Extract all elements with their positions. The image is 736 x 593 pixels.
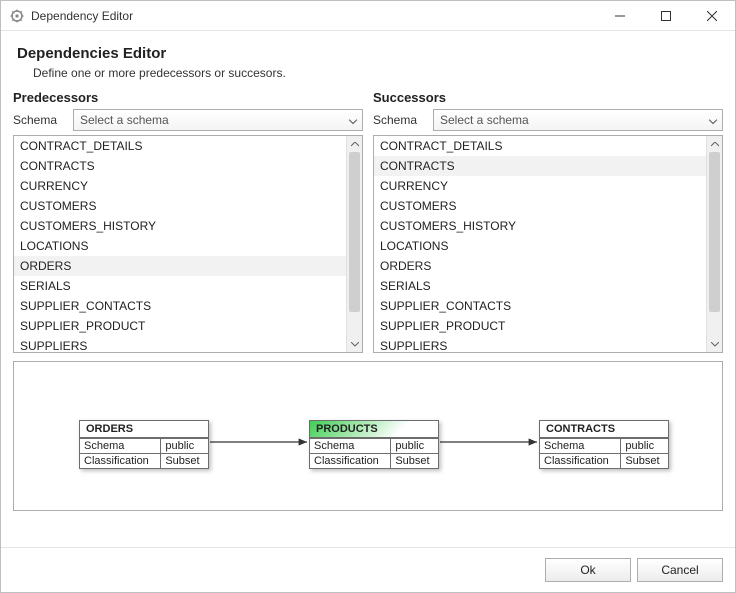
chevron-down-icon <box>349 113 357 128</box>
scroll-thumb[interactable] <box>349 152 360 312</box>
predecessors-schema-value: Select a schema <box>80 113 169 127</box>
list-item[interactable]: CUSTOMERS_HISTORY <box>374 216 706 236</box>
list-item[interactable]: SUPPLIER_PRODUCT <box>374 316 706 336</box>
predecessors-listbox[interactable]: CONTRACT_DETAILSCONTRACTSCURRENCYCUSTOME… <box>13 135 363 353</box>
list-item[interactable]: SERIALS <box>374 276 706 296</box>
list-item[interactable]: CUSTOMERS <box>14 196 346 216</box>
predecessors-schema-label: Schema <box>13 113 67 127</box>
list-item[interactable]: SUPPLIERS <box>14 336 346 352</box>
scroll-up-icon[interactable] <box>347 136 362 152</box>
dependency-editor-window: Dependency Editor Dependencies Editor De… <box>0 0 736 593</box>
list-item[interactable]: LOCATIONS <box>14 236 346 256</box>
page-subtitle: Define one or more predecessors or succe… <box>33 66 723 80</box>
list-item[interactable]: CURRENCY <box>14 176 346 196</box>
diagram-panel: ORDERSSchemapublicClassificationSubsetPR… <box>13 361 723 511</box>
predecessors-column: Predecessors Schema Select a schema CONT… <box>13 90 363 353</box>
list-item[interactable]: ORDERS <box>14 256 346 276</box>
node-row-label: Schema <box>540 439 621 454</box>
button-bar: Ok Cancel <box>1 547 735 592</box>
ok-button[interactable]: Ok <box>545 558 631 582</box>
node-row-value: public <box>391 439 438 454</box>
scroll-thumb[interactable] <box>709 152 720 312</box>
cancel-button[interactable]: Cancel <box>637 558 723 582</box>
scroll-up-icon[interactable] <box>707 136 722 152</box>
node-row-value: public <box>621 439 668 454</box>
diagram-node[interactable]: PRODUCTSSchemapublicClassificationSubset <box>309 420 439 469</box>
successors-listbox[interactable]: CONTRACT_DETAILSCONTRACTSCURRENCYCUSTOME… <box>373 135 723 353</box>
maximize-button[interactable] <box>643 1 689 31</box>
node-row-value: Subset <box>391 454 438 469</box>
content: Dependencies Editor Define one or more p… <box>1 31 735 547</box>
list-item[interactable]: SUPPLIERS <box>374 336 706 352</box>
list-item[interactable]: CONTRACTS <box>14 156 346 176</box>
node-row-label: Classification <box>310 454 391 469</box>
page-title: Dependencies Editor <box>17 45 723 62</box>
window-title: Dependency Editor <box>31 9 133 23</box>
list-item[interactable]: CONTRACT_DETAILS <box>374 136 706 156</box>
node-row-label: Schema <box>80 439 161 454</box>
node-title: CONTRACTS <box>540 421 668 438</box>
minimize-button[interactable] <box>597 1 643 31</box>
node-row-value: Subset <box>621 454 668 469</box>
list-item[interactable]: CUSTOMERS <box>374 196 706 216</box>
list-item[interactable]: SUPPLIER_CONTACTS <box>374 296 706 316</box>
list-item[interactable]: SUPPLIER_CONTACTS <box>14 296 346 316</box>
node-row-label: Schema <box>310 439 391 454</box>
diagram-node[interactable]: ORDERSSchemapublicClassificationSubset <box>79 420 209 469</box>
successors-schema-value: Select a schema <box>440 113 529 127</box>
node-row-value: public <box>161 439 208 454</box>
predecessors-schema-select[interactable]: Select a schema <box>73 109 363 131</box>
successors-schema-label: Schema <box>373 113 427 127</box>
scroll-down-icon[interactable] <box>707 336 722 352</box>
list-item[interactable]: CONTRACT_DETAILS <box>14 136 346 156</box>
close-button[interactable] <box>689 1 735 31</box>
diagram-node[interactable]: CONTRACTSSchemapublicClassificationSubse… <box>539 420 669 469</box>
successors-schema-row: Schema Select a schema <box>373 109 723 131</box>
node-title: ORDERS <box>80 421 208 438</box>
predecessors-schema-row: Schema Select a schema <box>13 109 363 131</box>
chevron-down-icon <box>709 113 717 128</box>
node-row-value: Subset <box>161 454 208 469</box>
list-item[interactable]: CURRENCY <box>374 176 706 196</box>
successors-title: Successors <box>373 90 723 105</box>
predecessors-title: Predecessors <box>13 90 363 105</box>
successors-column: Successors Schema Select a schema CONTRA… <box>373 90 723 353</box>
list-item[interactable]: LOCATIONS <box>374 236 706 256</box>
list-item[interactable]: CONTRACTS <box>374 156 706 176</box>
scroll-down-icon[interactable] <box>347 336 362 352</box>
titlebar: Dependency Editor <box>1 1 735 31</box>
successors-schema-select[interactable]: Select a schema <box>433 109 723 131</box>
list-item[interactable]: SUPPLIER_PRODUCT <box>14 316 346 336</box>
columns: Predecessors Schema Select a schema CONT… <box>13 90 723 353</box>
list-item[interactable]: SERIALS <box>14 276 346 296</box>
node-row-label: Classification <box>540 454 621 469</box>
node-row-label: Classification <box>80 454 161 469</box>
list-item[interactable]: CUSTOMERS_HISTORY <box>14 216 346 236</box>
list-item[interactable]: ORDERS <box>374 256 706 276</box>
app-icon <box>9 8 25 24</box>
node-title: PRODUCTS <box>310 421 438 438</box>
scrollbar[interactable] <box>706 136 722 352</box>
scrollbar[interactable] <box>346 136 362 352</box>
